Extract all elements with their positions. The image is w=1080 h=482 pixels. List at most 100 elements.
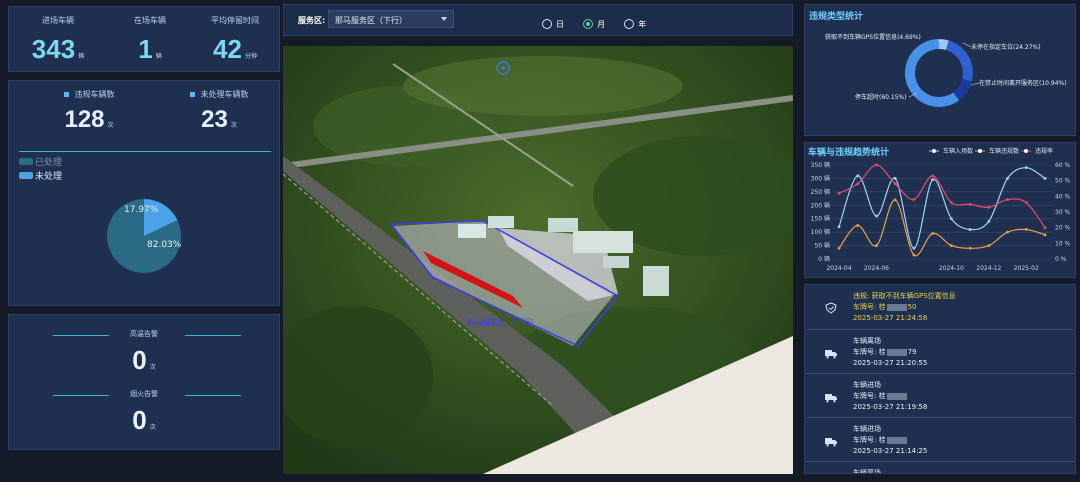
stat-label: 违规车辆数 (74, 90, 115, 99)
y-right-tick: 30 % (1055, 209, 1071, 216)
truck-icon (825, 344, 837, 359)
map-area-label: 那马服务区（下行） (466, 318, 538, 327)
data-point[interactable] (912, 253, 916, 257)
legend-label[interactable]: 违规率 (1035, 147, 1053, 155)
event-list-panel[interactable]: 违规: 获取不到车辆GPS位置信息 车牌号: 桂 50 2025-03-27 21:2… (804, 284, 1076, 474)
data-point[interactable] (837, 246, 841, 250)
stat-label: 进场车辆 (42, 16, 74, 25)
pie-legend-processed[interactable]: 已处理 (19, 155, 62, 168)
donut-label: 在禁止时间离开服务区(10.94%) (979, 79, 1067, 87)
data-point[interactable] (1006, 198, 1009, 201)
data-point[interactable] (856, 182, 860, 186)
data-point[interactable] (1024, 166, 1028, 170)
data-point[interactable] (893, 198, 897, 202)
leader-line (970, 82, 980, 86)
data-point[interactable] (1024, 201, 1028, 204)
data-point[interactable] (987, 244, 991, 247)
data-point[interactable] (949, 201, 953, 204)
caret-down-icon (441, 17, 447, 21)
data-point[interactable] (968, 202, 972, 206)
event-plate: 车牌号: 桂 (853, 435, 908, 446)
event-title: 车辆离场 (853, 469, 881, 474)
donut-label: 未停在指定车位(24.27%) (971, 43, 1041, 51)
event-list-item[interactable]: 车辆离场 (805, 461, 1075, 474)
y-left-tick: 50 辆 (814, 242, 830, 250)
y-left-tick: 300 辆 (811, 174, 830, 182)
data-point[interactable] (875, 244, 878, 247)
satellite-map[interactable]: 那马服务区（下行） (283, 46, 793, 474)
event-list-item[interactable]: 车辆进场车牌号: 桂 2025-03-27 21:19:58 (805, 373, 1075, 417)
event-title: 违规: 获取不到车辆GPS位置信息 (853, 292, 956, 300)
event-plate: 车牌号: 桂 79 (853, 347, 917, 358)
stat-avg-stay: 平均停留时间 42 分钟 (195, 15, 275, 65)
service-area-label: 服务区: (298, 16, 326, 25)
series-line[interactable] (838, 199, 1046, 257)
data-point[interactable] (949, 244, 953, 247)
event-list-item[interactable]: 车辆离场 车牌号: 桂 79 2025-03-27 21:20:55 (805, 329, 1075, 373)
service-area-value: 那马服务区（下行） (335, 16, 407, 25)
event-list-item[interactable]: 车辆进场 车牌号: 桂 2025-03-27 21:14:25 (805, 417, 1075, 461)
data-point[interactable] (949, 217, 953, 221)
data-point[interactable] (893, 182, 897, 186)
event-time: 2025-03-27 21:19:58 (853, 403, 928, 411)
data-point[interactable] (875, 214, 878, 218)
data-point[interactable] (856, 174, 860, 178)
stat-value: 23 (201, 106, 228, 133)
legend-label[interactable]: 车辆违规数 (989, 147, 1019, 155)
data-point[interactable] (1043, 226, 1047, 230)
data-point[interactable] (968, 228, 972, 231)
data-point[interactable] (931, 174, 935, 178)
y-right-tick: 40 % (1055, 193, 1071, 200)
pie-legend-unprocessed[interactable]: 未处理 (19, 169, 62, 182)
donut-slice[interactable] (945, 40, 973, 82)
data-point[interactable] (875, 163, 878, 167)
square-icon (63, 92, 69, 97)
service-area-select[interactable]: 那马服务区（下行） (328, 10, 454, 28)
radio-checked-icon (583, 19, 594, 29)
data-point[interactable] (931, 232, 935, 235)
data-point[interactable] (912, 198, 916, 201)
data-point[interactable] (912, 246, 916, 250)
data-point[interactable] (1024, 228, 1028, 231)
event-title: 车辆进场 (853, 381, 881, 389)
legend-label[interactable]: 车辆入场数 (943, 147, 973, 155)
data-point[interactable] (1006, 230, 1009, 234)
data-point[interactable] (837, 225, 841, 229)
data-point[interactable] (987, 220, 991, 223)
alarm-label-high-temp: 高温告警 (130, 330, 158, 338)
series-line[interactable] (838, 164, 1046, 229)
processed-pie-chart: 17.97% 82.03% (107, 199, 182, 273)
plate-mask (886, 348, 907, 356)
data-point[interactable] (837, 191, 841, 195)
legend-label: 已处理 (35, 158, 63, 168)
event-list-item[interactable]: 违规: 获取不到车辆GPS位置信息 车牌号: 桂 50 2025-03-27 21:2… (805, 285, 1075, 329)
event-plate-prefix: 车牌号: 桂 (853, 303, 886, 311)
series-line[interactable] (838, 167, 1046, 249)
summary-panel: 进场车辆 343 辆 在场车辆 1辆 平均停留时间 42 分钟 (8, 6, 280, 72)
data-point[interactable] (856, 224, 860, 227)
y-left-tick: 0 辆 (818, 255, 830, 263)
radio-day[interactable]: 日 (542, 19, 564, 30)
pie-label-unprocessed: 17.97% (124, 205, 159, 215)
radio-month[interactable]: 月 (583, 19, 605, 30)
y-left-tick: 100 辆 (811, 228, 830, 236)
x-tick: 2024-10 (939, 265, 964, 272)
y-right-tick: 0 % (1055, 256, 1067, 263)
data-point[interactable] (987, 205, 991, 209)
event-plate-tail: 79 (907, 348, 917, 356)
data-point[interactable] (893, 177, 897, 180)
data-point[interactable] (1006, 177, 1009, 180)
event-plate-prefix: 车牌号: 桂 (853, 392, 886, 400)
y-right-tick: 10 % (1055, 240, 1071, 247)
event-title: 车辆离场 (853, 337, 881, 345)
y-right-tick: 20 % (1055, 225, 1071, 232)
radio-year[interactable]: 年 (624, 19, 646, 30)
data-point[interactable] (1043, 177, 1047, 180)
data-point[interactable] (968, 246, 972, 250)
data-point[interactable] (1043, 233, 1047, 237)
legend-dot (1024, 149, 1028, 153)
event-title: 车辆进场 (853, 425, 881, 433)
stat-label: 平均停留时间 (211, 16, 259, 25)
data-point[interactable] (931, 178, 935, 182)
alarm-label-fire: 烟火告警 (130, 390, 158, 398)
